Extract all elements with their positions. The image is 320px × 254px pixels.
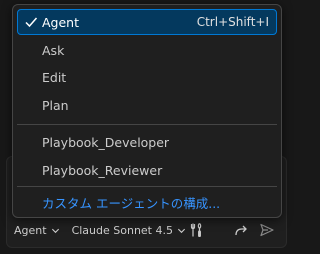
mode-picker[interactable]: Agent <box>14 224 60 237</box>
menu-item-label: Playbook_Reviewer <box>42 162 163 178</box>
redo-icon[interactable] <box>233 223 249 239</box>
chevron-down-icon <box>177 228 186 233</box>
menu-item-label: Plan <box>42 97 69 113</box>
chat-toolbar: Agent Claude Sonnet 4.5 <box>14 222 186 238</box>
menu-item-label: Edit <box>42 69 67 85</box>
chevron-down-icon <box>51 228 59 233</box>
menu-item-playbook-reviewer[interactable]: Playbook_Reviewer <box>17 157 277 183</box>
check-icon <box>25 17 38 28</box>
menu-item-edit[interactable]: Edit <box>17 64 277 90</box>
menu-item-label: Ask <box>42 42 65 58</box>
mode-picker-label: Agent <box>14 223 47 237</box>
menu-item-label: Agent <box>42 14 79 30</box>
keyboard-shortcut: Ctrl+Shift+I <box>196 15 269 29</box>
model-picker[interactable]: Claude Sonnet 4.5 <box>72 224 186 237</box>
menu-item-label: Playbook_Developer <box>42 134 170 150</box>
menu-item-ask[interactable]: Ask <box>17 37 277 63</box>
tools-icon[interactable] <box>189 222 205 238</box>
menu-item-label: カスタム エージェントの構成... <box>42 195 221 211</box>
menu-separator <box>17 186 277 187</box>
menu-item-plan[interactable]: Plan <box>17 92 277 118</box>
menu-separator <box>17 124 277 125</box>
agent-mode-menu: Agent Ctrl+Shift+I Ask Edit Plan Playboo… <box>12 4 282 218</box>
model-picker-label: Claude Sonnet 4.5 <box>71 223 173 237</box>
send-icon[interactable] <box>259 222 275 238</box>
menu-item-agent[interactable]: Agent Ctrl+Shift+I <box>17 9 277 35</box>
menu-item-playbook-developer[interactable]: Playbook_Developer <box>17 129 277 155</box>
menu-item-configure-custom-agents[interactable]: カスタム エージェントの構成... <box>17 189 277 215</box>
